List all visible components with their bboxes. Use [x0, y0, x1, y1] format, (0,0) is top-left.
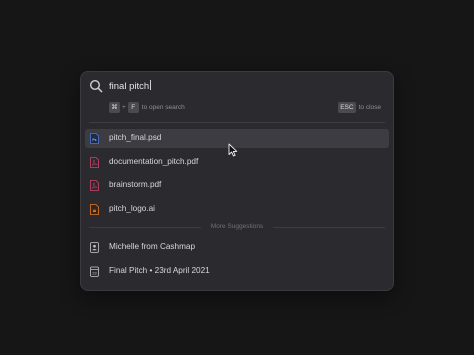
search-palette: final pitch ⌘ + Fto open search ESC to clos…: [80, 71, 394, 291]
suggestion-item[interactable]: 23 Final Pitch • 23rd April 2021: [85, 262, 389, 281]
esc-key[interactable]: ESC: [338, 102, 356, 114]
result-item[interactable]: brainstorm.pdf: [85, 176, 389, 195]
ai-icon-text: Ai: [93, 209, 97, 213]
section-divider-right: [273, 227, 385, 228]
search-input[interactable]: final pitch: [109, 80, 152, 92]
search-query: final pitch: [109, 81, 150, 92]
suggestion-label: Michelle from Cashmap: [109, 242, 195, 251]
result-label: brainstorm.pdf: [109, 180, 162, 189]
suggestion-label: Final Pitch • 23rd April 2021: [109, 265, 210, 275]
f-key: F: [127, 102, 139, 114]
shortcut-hints: ⌘ + Fto open search ESC to close: [109, 99, 381, 114]
ai-file-icon: Ai: [90, 203, 99, 215]
suggestion-item[interactable]: Michelle from Cashmap: [85, 238, 389, 257]
mouse-pointer-icon: [228, 143, 238, 157]
search-icon: [89, 79, 103, 93]
calendar-icon: 23: [90, 266, 99, 277]
result-label: pitch_logo.ai: [109, 203, 155, 213]
command-key: ⌘: [109, 102, 120, 114]
result-item[interactable]: Ai pitch_logo.ai: [85, 200, 389, 219]
divider: [89, 122, 385, 123]
close-hint: to close: [358, 104, 381, 112]
psd-icon-text: Ps: [92, 138, 96, 142]
search-bar: final pitch: [81, 72, 393, 100]
more-suggestions-header: More Suggestions: [85, 221, 389, 235]
pdf-file-icon: [90, 156, 99, 168]
contact-card-icon: [90, 242, 99, 253]
pdf-file-icon: [90, 180, 99, 191]
close-hint-group: ESC to close: [338, 99, 381, 117]
result-label: pitch_final.psd: [109, 133, 162, 142]
open-search-hint: to open search: [141, 104, 185, 112]
text-caret: [150, 80, 152, 90]
result-label: documentation_pitch.pdf: [109, 156, 199, 166]
psd-file-icon: Ps: [90, 133, 99, 144]
calendar-day: 23: [92, 271, 96, 275]
plus-sign: +: [122, 104, 126, 112]
